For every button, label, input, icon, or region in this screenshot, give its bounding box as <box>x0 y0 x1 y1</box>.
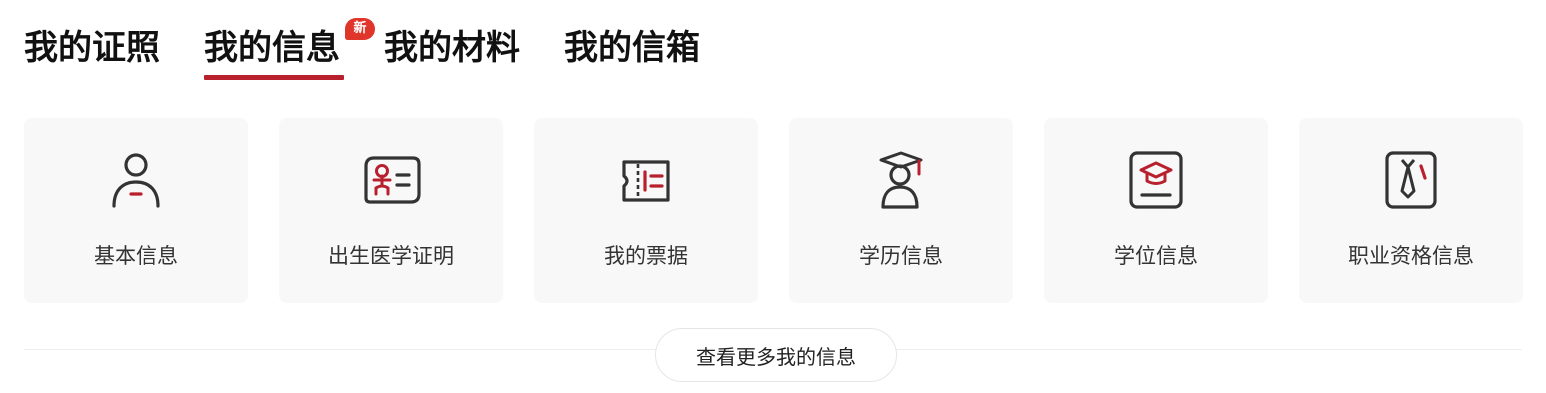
view-more-button[interactable]: 查看更多我的信息 <box>655 328 897 382</box>
ticket-icon <box>622 160 670 202</box>
tab-my-info[interactable]: 我的信息 新 <box>204 18 384 82</box>
card-label: 基本信息 <box>94 244 178 268</box>
tab-my-materials[interactable]: 我的材料 <box>384 22 564 82</box>
new-badge: 新 <box>345 18 375 40</box>
card-label: 学历信息 <box>859 244 943 268</box>
card-professional-qualification[interactable]: 职业资格信息 <box>1299 118 1523 303</box>
tab-my-licenses[interactable]: 我的证照 <box>24 22 204 82</box>
card-label: 我的票据 <box>604 244 688 268</box>
card-my-bills[interactable]: 我的票据 <box>534 118 758 303</box>
active-tab-indicator <box>204 75 344 80</box>
tab-label: 我的信息 <box>204 28 340 68</box>
tab-label: 我的证照 <box>24 28 160 68</box>
person-icon <box>112 153 160 208</box>
card-label: 学位信息 <box>1114 244 1198 268</box>
tab-my-mailbox[interactable]: 我的信箱 <box>564 22 724 82</box>
graduate-icon <box>879 151 923 209</box>
tab-label: 我的材料 <box>384 28 520 68</box>
info-card-grid: 基本信息 出生医学证明 我的票据 学历信息 学位信息 职业资格信息 <box>24 118 1523 303</box>
card-education-info[interactable]: 学历信息 <box>789 118 1013 303</box>
birth-certificate-icon <box>364 156 421 204</box>
tab-label: 我的信箱 <box>564 28 700 68</box>
card-degree-info[interactable]: 学位信息 <box>1044 118 1268 303</box>
professional-qualification-icon <box>1385 151 1437 209</box>
card-basic-info[interactable]: 基本信息 <box>24 118 248 303</box>
card-birth-certificate[interactable]: 出生医学证明 <box>279 118 503 303</box>
card-label: 职业资格信息 <box>1348 244 1474 268</box>
tab-bar: 我的证照 我的信息 新 我的材料 我的信箱 <box>24 18 724 84</box>
degree-certificate-icon <box>1129 151 1183 209</box>
card-label: 出生医学证明 <box>328 244 454 268</box>
